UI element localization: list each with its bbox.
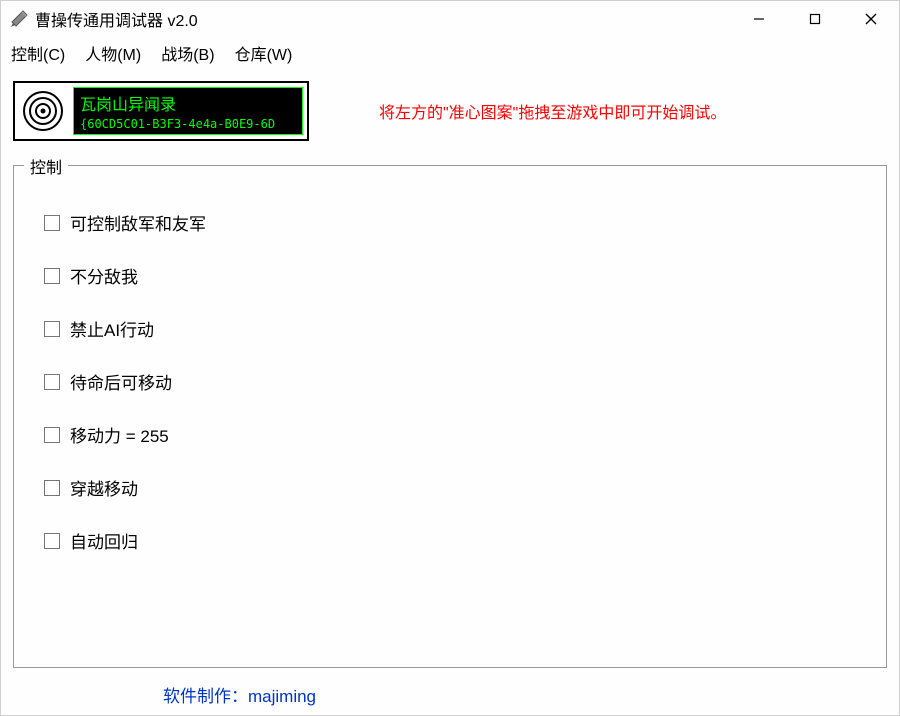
menu-character[interactable]: 人物(M) [85,41,141,65]
checkbox-label: 穿越移动 [70,475,138,500]
checkbox-pass-through[interactable]: 穿越移动 [44,475,886,500]
control-groupbox: 控制 可控制敌军和友军 不分敌我 禁止AI行动 待命后可移动 [13,165,887,668]
drag-handle-box[interactable]: 瓦岗山异闻录 {60CD5C01-B3F3-4e4a-B0E9-6D [13,81,309,141]
menu-battlefield[interactable]: 战场(B) [161,41,214,65]
maximize-button[interactable] [787,1,843,37]
checkbox-move-255[interactable]: 移动力 = 255 [44,422,886,447]
checkbox-box[interactable] [44,374,60,390]
checkbox-box[interactable] [44,427,60,443]
checkbox-control-enemy-ally[interactable]: 可控制敌军和友军 [44,210,886,235]
titlebar[interactable]: 曹操传通用调试器 v2.0 [1,1,899,37]
checkbox-auto-return[interactable]: 自动回归 [44,528,886,553]
crosshair-icon[interactable] [19,87,67,135]
content-area: 瓦岗山异闻录 {60CD5C01-B3F3-4e4a-B0E9-6D 将左方的"… [1,71,899,715]
checkbox-label: 不分敌我 [70,263,138,288]
window-controls [731,1,899,37]
checkbox-no-faction[interactable]: 不分敌我 [44,263,886,288]
checkbox-move-after-standby[interactable]: 待命后可移动 [44,369,886,394]
checkbox-box[interactable] [44,215,60,231]
menu-control[interactable]: 控制(C) [11,41,65,65]
checkbox-box[interactable] [44,533,60,549]
checkbox-box[interactable] [44,321,60,337]
top-row: 瓦岗山异闻录 {60CD5C01-B3F3-4e4a-B0E9-6D 将左方的"… [13,81,887,141]
checkbox-label: 禁止AI行动 [70,316,154,341]
main-window: 曹操传通用调试器 v2.0 控制(C) 人物(M) 战场(B) 仓库(W) [0,0,900,716]
game-info-box: 瓦岗山异闻录 {60CD5C01-B3F3-4e4a-B0E9-6D [73,87,303,135]
footer-credit: 软件制作：majiming [13,668,887,715]
game-guid-label: {60CD5C01-B3F3-4e4a-B0E9-6D [80,117,296,131]
checkbox-list: 可控制敌军和友军 不分敌我 禁止AI行动 待命后可移动 移动力 = 255 [14,180,886,553]
close-button[interactable] [843,1,899,37]
game-name-label: 瓦岗山异闻录 [80,91,296,115]
checkbox-box[interactable] [44,480,60,496]
hint-text: 将左方的"准心图案"拖拽至游戏中即可开始调试。 [379,99,726,123]
checkbox-label: 自动回归 [70,528,138,553]
checkbox-box[interactable] [44,268,60,284]
menu-inventory[interactable]: 仓库(W) [235,41,293,65]
checkbox-label: 移动力 = 255 [70,422,169,447]
checkbox-disable-ai[interactable]: 禁止AI行动 [44,316,886,341]
minimize-button[interactable] [731,1,787,37]
app-icon [9,9,29,29]
window-title: 曹操传通用调试器 v2.0 [35,7,731,31]
checkbox-label: 可控制敌军和友军 [70,210,206,235]
checkbox-label: 待命后可移动 [70,369,172,394]
groupbox-title: 控制 [24,154,68,178]
menubar: 控制(C) 人物(M) 战场(B) 仓库(W) [1,37,899,71]
